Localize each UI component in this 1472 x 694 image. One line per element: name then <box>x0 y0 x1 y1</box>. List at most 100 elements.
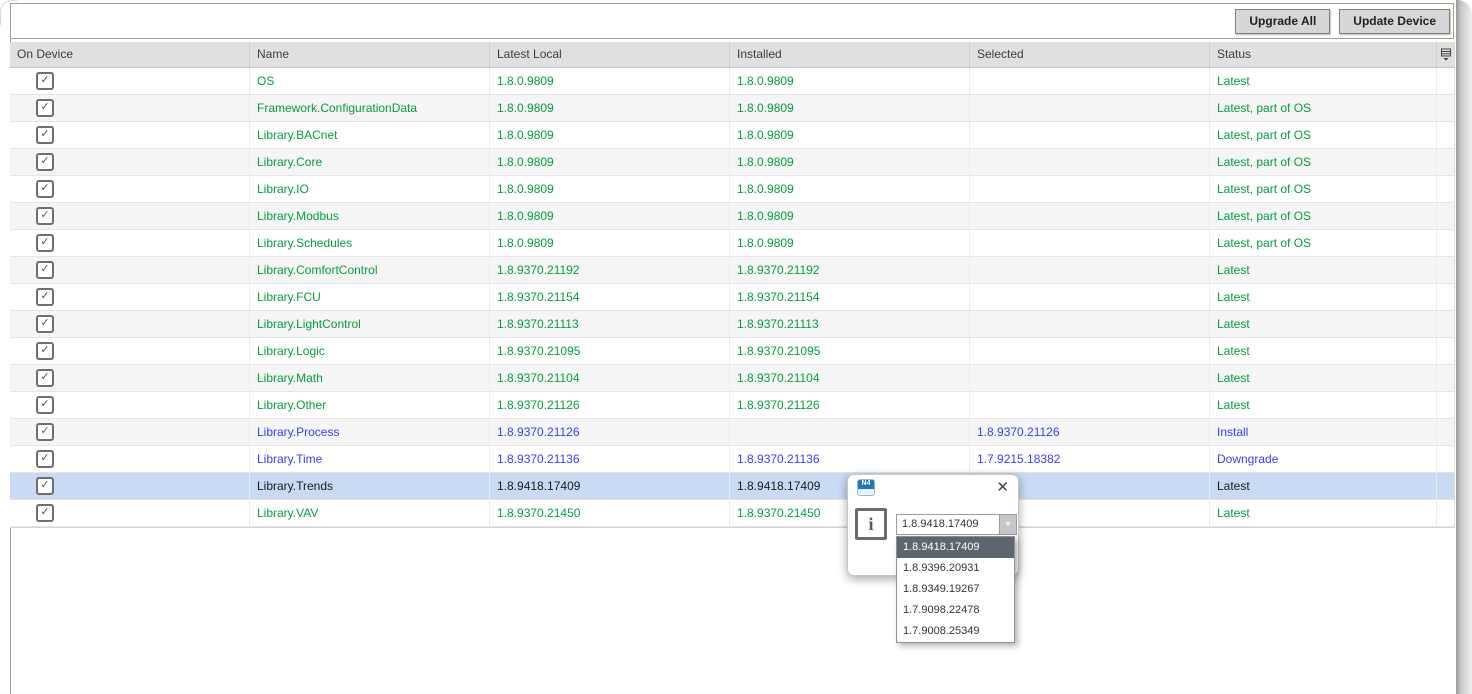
on-device-checkbox[interactable]: ✓ <box>36 369 54 387</box>
selected-cell <box>970 68 1210 94</box>
on-device-cell: ✓ <box>10 311 250 337</box>
on-device-checkbox[interactable]: ✓ <box>36 153 54 171</box>
table-row[interactable]: ✓Library.FCU1.8.9370.211541.8.9370.21154… <box>10 284 1454 311</box>
column-header-latest-local[interactable]: Latest Local <box>490 42 730 67</box>
checkmark-icon: ✓ <box>40 75 49 86</box>
selected-cell <box>970 95 1210 121</box>
on-device-checkbox[interactable]: ✓ <box>36 423 54 441</box>
row-end-cell <box>1437 392 1454 418</box>
table-row[interactable]: ✓Library.Trends1.8.9418.174091.8.9418.17… <box>10 473 1454 500</box>
table-row[interactable]: ✓Library.Time1.8.9370.211361.8.9370.2113… <box>10 446 1454 473</box>
on-device-cell: ✓ <box>10 473 250 499</box>
name-cell: Library.Trends <box>250 473 490 499</box>
on-device-checkbox[interactable]: ✓ <box>36 450 54 468</box>
latest-local-cell: 1.8.9370.21113 <box>490 311 730 337</box>
latest-local-cell: 1.8.0.9809 <box>490 149 730 175</box>
selected-cell <box>970 122 1210 148</box>
on-device-checkbox[interactable]: ✓ <box>36 396 54 414</box>
latest-local-cell: 1.8.0.9809 <box>490 230 730 256</box>
checkmark-icon: ✓ <box>40 399 49 410</box>
table-row[interactable]: ✓Library.IO1.8.0.98091.8.0.9809Latest, p… <box>10 176 1454 203</box>
on-device-cell: ✓ <box>10 68 250 94</box>
combobox-dropdown-button[interactable]: ▾ <box>1000 514 1017 535</box>
table-row[interactable]: ✓Library.BACnet1.8.0.98091.8.0.9809Lates… <box>10 122 1454 149</box>
status-cell: Latest <box>1210 392 1437 418</box>
checkmark-icon: ✓ <box>40 453 49 464</box>
column-header-name[interactable]: Name <box>250 42 490 67</box>
installed-cell: 1.8.0.9809 <box>730 230 970 256</box>
version-option[interactable]: 1.8.9396.20931 <box>897 558 1014 579</box>
table-row[interactable]: ✓Framework.ConfigurationData1.8.0.98091.… <box>10 95 1454 122</box>
table-row[interactable]: ✓OS1.8.0.98091.8.0.9809Latest <box>10 68 1454 95</box>
latest-local-cell: 1.8.9418.17409 <box>490 473 730 499</box>
row-end-cell <box>1437 149 1454 175</box>
checkmark-icon: ✓ <box>40 318 49 329</box>
dialog-titlebar[interactable]: N4 ✕ <box>848 475 1018 500</box>
installed-cell <box>730 419 970 445</box>
on-device-cell: ✓ <box>10 365 250 391</box>
version-option[interactable]: 1.7.9008.25349 <box>897 621 1014 642</box>
table-row[interactable]: ✓Library.ComfortControl1.8.9370.211921.8… <box>10 257 1454 284</box>
checkmark-icon: ✓ <box>40 237 49 248</box>
on-device-checkbox[interactable]: ✓ <box>36 342 54 360</box>
table-row[interactable]: ✓Library.Logic1.8.9370.210951.8.9370.210… <box>10 338 1454 365</box>
column-chooser-cell[interactable] <box>1437 42 1454 67</box>
status-cell: Latest <box>1210 284 1437 310</box>
on-device-checkbox[interactable]: ✓ <box>36 504 54 522</box>
latest-local-cell: 1.8.0.9809 <box>490 95 730 121</box>
close-icon[interactable]: ✕ <box>996 480 1009 495</box>
selected-cell <box>970 203 1210 229</box>
status-cell: Latest <box>1210 500 1437 526</box>
on-device-checkbox[interactable]: ✓ <box>36 477 54 495</box>
info-icon: i <box>855 508 887 540</box>
version-option[interactable]: 1.7.9098.22478 <box>897 600 1014 621</box>
column-header-installed[interactable]: Installed <box>730 42 970 67</box>
table-row[interactable]: ✓Library.VAV1.8.9370.214501.8.9370.21450… <box>10 500 1454 527</box>
on-device-checkbox[interactable]: ✓ <box>36 99 54 117</box>
on-device-checkbox[interactable]: ✓ <box>36 207 54 225</box>
table-row[interactable]: ✓Library.LightControl1.8.9370.211131.8.9… <box>10 311 1454 338</box>
name-cell: Library.IO <box>250 176 490 202</box>
table-row[interactable]: ✓Library.Other1.8.9370.211261.8.9370.211… <box>10 392 1454 419</box>
on-device-cell: ✓ <box>10 419 250 445</box>
version-option[interactable]: 1.8.9418.17409 <box>897 537 1014 558</box>
on-device-checkbox[interactable]: ✓ <box>36 234 54 252</box>
name-cell: Framework.ConfigurationData <box>250 95 490 121</box>
row-end-cell <box>1437 284 1454 310</box>
on-device-cell: ✓ <box>10 338 250 364</box>
checkmark-icon: ✓ <box>40 183 49 194</box>
on-device-checkbox[interactable]: ✓ <box>36 72 54 90</box>
on-device-cell: ✓ <box>10 176 250 202</box>
on-device-checkbox[interactable]: ✓ <box>36 180 54 198</box>
column-header-on-device[interactable]: On Device <box>10 42 250 67</box>
row-end-cell <box>1437 311 1454 337</box>
software-manager-pane: Upgrade All Update Device On Device Name… <box>0 0 1456 694</box>
table-row[interactable]: ✓Library.Process1.8.9370.211261.8.9370.2… <box>10 419 1454 446</box>
on-device-checkbox[interactable]: ✓ <box>36 126 54 144</box>
name-cell: Library.LightControl <box>250 311 490 337</box>
row-end-cell <box>1437 176 1454 202</box>
selected-cell <box>970 176 1210 202</box>
on-device-cell: ✓ <box>10 392 250 418</box>
installed-cell: 1.8.0.9809 <box>730 68 970 94</box>
table-row[interactable]: ✓Library.Schedules1.8.0.98091.8.0.9809La… <box>10 230 1454 257</box>
version-option[interactable]: 1.8.9349.19267 <box>897 579 1014 600</box>
column-header-selected[interactable]: Selected <box>970 42 1210 67</box>
upgrade-all-button[interactable]: Upgrade All <box>1235 9 1330 34</box>
table-row[interactable]: ✓Library.Core1.8.0.98091.8.0.9809Latest,… <box>10 149 1454 176</box>
column-chooser-icon[interactable] <box>1440 48 1452 61</box>
table-row[interactable]: ✓Library.Math1.8.9370.211041.8.9370.2110… <box>10 365 1454 392</box>
row-end-cell <box>1437 473 1454 499</box>
selected-cell <box>970 149 1210 175</box>
on-device-checkbox[interactable]: ✓ <box>36 288 54 306</box>
update-device-button[interactable]: Update Device <box>1339 9 1450 34</box>
version-combobox-field[interactable]: 1.8.9418.17409 <box>896 514 1000 535</box>
name-cell: Library.Process <box>250 419 490 445</box>
table-row[interactable]: ✓Library.Modbus1.8.0.98091.8.0.9809Lates… <box>10 203 1454 230</box>
version-combobox: 1.8.9418.17409 ▾ <box>896 514 1017 535</box>
on-device-checkbox[interactable]: ✓ <box>36 261 54 279</box>
latest-local-cell: 1.8.9370.21104 <box>490 365 730 391</box>
column-header-status[interactable]: Status <box>1210 42 1437 67</box>
on-device-checkbox[interactable]: ✓ <box>36 315 54 333</box>
latest-local-cell: 1.8.0.9809 <box>490 176 730 202</box>
